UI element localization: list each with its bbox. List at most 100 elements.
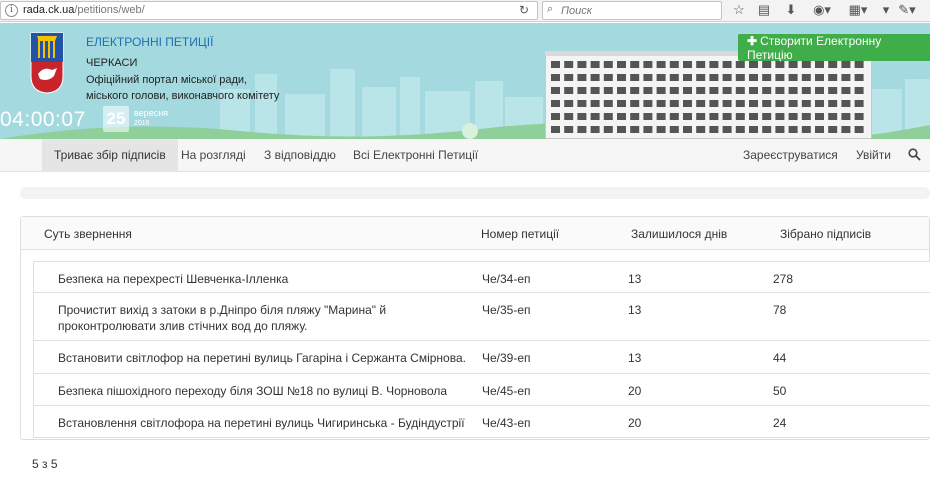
building-window [828, 100, 838, 107]
building-window [749, 113, 758, 120]
download-icon[interactable]: ⬇ [783, 2, 799, 18]
building-window [669, 74, 679, 81]
building-window [722, 126, 732, 133]
building-window [841, 126, 851, 133]
city-coat-of-arms-logo [30, 32, 64, 94]
browser-search-input[interactable] [561, 4, 711, 18]
tab-under-review[interactable]: На розгляді [181, 139, 246, 172]
building-window [656, 61, 666, 68]
building-window [709, 61, 719, 68]
petition-number: Че/39-еп [482, 351, 531, 365]
plus-icon: ✚ [747, 34, 758, 48]
address-bar[interactable]: i rada.ck.ua/petitions/web/ ↻ [0, 1, 538, 20]
building-window [643, 126, 653, 133]
building-window [735, 113, 745, 120]
petition-signatures: 24 [773, 416, 787, 430]
column-header-signatures[interactable]: Зібрано підписів [780, 227, 871, 241]
reload-icon[interactable]: ↻ [519, 3, 529, 17]
tab-answered[interactable]: З відповіддю [264, 139, 336, 172]
petitions-table: Суть звернення Номер петиції Залишилося … [20, 216, 930, 440]
register-link[interactable]: Зареєструватися [743, 139, 838, 172]
site-info-icon[interactable]: i [5, 4, 18, 17]
building-window [801, 113, 811, 120]
building-window [669, 87, 679, 94]
building-window [815, 87, 824, 94]
building-window [762, 113, 772, 120]
table-row[interactable]: Безпека на перехресті Шевченка-Ілленка Ч… [33, 261, 930, 293]
building-window [551, 74, 560, 81]
browser-search-box[interactable]: ⌕ [542, 1, 722, 20]
building-window [617, 61, 626, 68]
petition-days-left: 20 [628, 384, 642, 398]
building-window [603, 61, 613, 68]
building-window [815, 126, 824, 133]
column-header-subject[interactable]: Суть звернення [44, 227, 132, 241]
tab-all-petitions[interactable]: Всі Електронні Петиції [353, 139, 478, 172]
building-window [775, 87, 785, 94]
building-window [630, 100, 640, 107]
building-window [696, 113, 706, 120]
building-window [683, 113, 692, 120]
table-row[interactable]: Встановити світлофор на перетині вулиць … [33, 341, 930, 374]
building-window [603, 100, 613, 107]
create-petition-label: Створити Електронну Петицію [747, 34, 882, 62]
browser-toolbar: i rada.ck.ua/petitions/web/ ↻ ⌕ ☆ ▤ ⬇ ◉▾… [0, 0, 930, 22]
building-window [656, 74, 666, 81]
petition-title[interactable]: Встановити світлофор на перетині вулиць … [58, 350, 473, 366]
building-window [577, 61, 587, 68]
building-window [788, 113, 798, 120]
petition-title[interactable]: Прочистит вихід з затоки в р.Дніпро біля… [58, 302, 473, 334]
building-window [828, 61, 838, 68]
building-window [683, 74, 692, 81]
petition-title[interactable]: Безпека пішохідного переходу біля ЗОШ №1… [58, 383, 473, 399]
site-title[interactable]: ЕЛЕКТРОННІ ПЕТИЦІЇ [86, 35, 213, 49]
bookmark-star-icon[interactable]: ☆ [731, 2, 747, 18]
petition-days-left: 13 [628, 303, 642, 317]
building-window [603, 113, 613, 120]
building-window [788, 74, 798, 81]
building-window [551, 113, 560, 120]
building-window [854, 61, 864, 68]
building-window [617, 126, 626, 133]
petition-days-left: 13 [628, 351, 642, 365]
table-row[interactable]: Безпека пішохідного переходу біля ЗОШ №1… [33, 374, 930, 406]
addon-icon[interactable]: ✎▾ [895, 2, 919, 18]
create-petition-button[interactable]: ✚ Створити Електронну Петицію [738, 34, 930, 62]
petition-days-left: 20 [628, 416, 642, 430]
clipboard-icon[interactable]: ▤ [756, 2, 772, 18]
petition-days-left: 13 [628, 272, 642, 286]
building-window [656, 100, 666, 107]
building-window [762, 74, 772, 81]
column-header-number[interactable]: Номер петиції [481, 227, 559, 241]
building-window [788, 100, 798, 107]
building-window [590, 126, 600, 133]
extension-icon[interactable]: ▦▾ [846, 2, 870, 18]
building-window [735, 100, 745, 107]
building-window [841, 74, 851, 81]
building-window [775, 126, 785, 133]
building-window [762, 87, 772, 94]
building-window [630, 126, 640, 133]
building-window [603, 126, 613, 133]
menu-separator-icon: ▾ [882, 2, 890, 17]
table-row[interactable]: Прочистит вихід з затоки в р.Дніпро біля… [33, 293, 930, 341]
tab-collecting-signatures[interactable]: Триває збір підписів [42, 139, 178, 172]
city-name: ЧЕРКАСИ [86, 57, 138, 69]
building-window [735, 87, 745, 94]
adblock-icon[interactable]: ◉▾ [810, 2, 834, 18]
building-window [564, 113, 574, 120]
building-window [775, 61, 785, 68]
url-host: rada.ck.ua [23, 4, 75, 16]
petition-title[interactable]: Безпека на перехресті Шевченка-Ілленка [58, 271, 468, 287]
building-window [854, 100, 864, 107]
building-window [551, 61, 560, 68]
building-window [590, 100, 600, 107]
building-window [775, 74, 785, 81]
building-window [590, 74, 600, 81]
column-header-days-left[interactable]: Залишилося днів [631, 227, 727, 241]
petition-title[interactable]: Встановлення світлофора на перетині вули… [58, 415, 473, 431]
table-row[interactable]: Встановлення світлофора на перетині вули… [33, 406, 930, 438]
building-window [828, 126, 838, 133]
login-link[interactable]: Увійти [856, 139, 891, 172]
search-icon[interactable] [908, 148, 921, 161]
